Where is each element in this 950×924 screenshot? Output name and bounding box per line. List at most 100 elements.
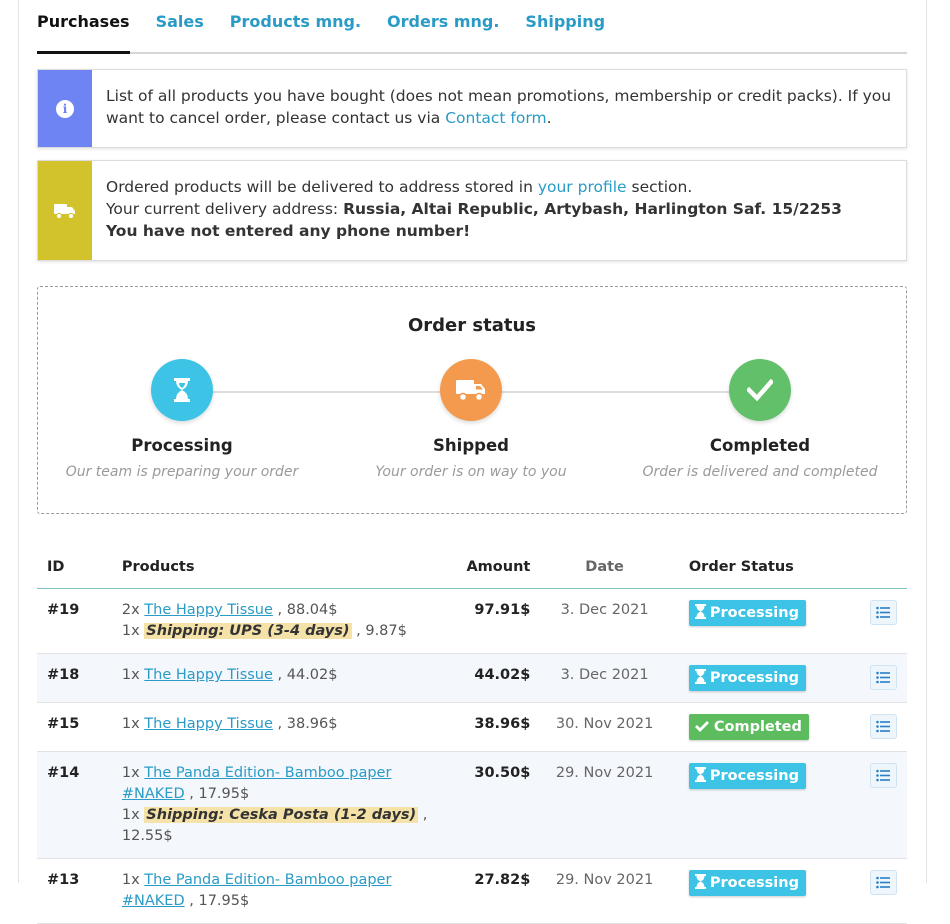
shipped-step-name: Shipped xyxy=(433,436,509,455)
product-qty: 1x xyxy=(121,667,140,683)
delivery-intro-end: section. xyxy=(626,178,693,196)
order-id: #15 xyxy=(37,702,122,752)
order-details-button[interactable] xyxy=(869,763,897,788)
processing-dot xyxy=(151,359,213,421)
order-id: #14 xyxy=(37,751,122,859)
status-badge[interactable]: Processing xyxy=(688,763,806,789)
product-qty: 1x xyxy=(121,765,140,781)
product-qty: 2x xyxy=(121,602,140,618)
product-price: , 17.95$ xyxy=(189,893,250,909)
product-link[interactable]: The Panda Edition- Bamboo paper #NAKED xyxy=(122,765,392,802)
completed-step-name: Completed xyxy=(709,436,811,455)
order-actions-cell xyxy=(869,588,907,654)
status-step-shipped: Shipped Your order is on way to you xyxy=(351,359,591,480)
frame-border-left xyxy=(18,0,19,883)
list-icon xyxy=(876,769,891,786)
hourglass-icon xyxy=(694,874,710,891)
order-status-cell: Processing xyxy=(678,653,870,703)
order-details-button[interactable] xyxy=(869,600,897,625)
table-row: #18 1x The Happy Tissue , 44.02$ 44.02$ 3. … xyxy=(37,653,907,703)
list-icon xyxy=(876,876,891,893)
product-line: 1x The Happy Tissue , 44.02$ xyxy=(122,665,440,686)
order-products: 2x The Happy Tissue , 88.04$ 1x Shipping:… xyxy=(121,588,441,654)
table-row: #19 2x The Happy Tissue , 88.04$ 1x Shippi… xyxy=(37,588,907,654)
hourglass-icon xyxy=(694,669,710,686)
table-row: #15 1x The Happy Tissue , 38.96$ 38.96$ 30.… xyxy=(37,702,907,752)
delivery-address: Russia, Altai Republic, Artybash, Harlin… xyxy=(343,200,842,218)
order-status-cell: Processing xyxy=(678,858,870,924)
tab-shipping[interactable]: Shipping xyxy=(525,0,605,38)
status-badge-label: Processing xyxy=(709,670,799,686)
order-amount: 97.91$ xyxy=(440,588,531,654)
status-step-processing: Processing Our team is preparing your or… xyxy=(62,359,302,480)
product-price: , 88.04$ xyxy=(277,602,338,618)
product-qty: 1x xyxy=(121,623,140,639)
product-line: 1x Shipping: UPS (3-4 days) , 9.87$ xyxy=(122,621,440,642)
order-products: 1x The Happy Tissue , 38.96$ xyxy=(121,702,441,752)
shipped-step-desc: Your order is on way to you xyxy=(375,464,567,480)
delivery-line-1: Ordered products will be delivered to ad… xyxy=(106,176,842,198)
product-link[interactable]: The Panda Edition- Bamboo paper #NAKED xyxy=(122,872,392,909)
shipping-label: Shipping: Ceska Posta (1-2 days) xyxy=(144,807,419,823)
tab-purchases[interactable]: Purchases xyxy=(37,0,130,54)
list-icon xyxy=(876,720,891,737)
order-amount: 38.96$ xyxy=(440,702,531,752)
order-actions-cell xyxy=(869,858,907,924)
col-header-actions xyxy=(869,557,907,589)
product-link[interactable]: The Happy Tissue xyxy=(144,667,273,683)
order-details-button[interactable] xyxy=(869,714,897,739)
product-line: 1x The Happy Tissue , 38.96$ xyxy=(122,714,440,735)
hourglass-icon xyxy=(174,378,190,402)
status-badge[interactable]: Processing xyxy=(688,665,806,691)
table-header-row: ID Products Amount Date Order Status xyxy=(37,557,907,589)
product-price: , 9.87$ xyxy=(356,623,407,639)
hourglass-icon xyxy=(694,604,710,621)
status-badge[interactable]: Processing xyxy=(688,600,806,626)
order-amount: 27.82$ xyxy=(440,858,531,924)
order-details-button[interactable] xyxy=(869,665,897,690)
completed-step-desc: Order is delivered and completed xyxy=(642,464,878,480)
phone-warning-text: You have not entered any phone number! xyxy=(106,222,471,240)
order-id: #13 xyxy=(37,858,122,924)
completed-dot xyxy=(729,359,791,421)
col-header-date: Date xyxy=(530,557,679,589)
your-profile-link[interactable]: your profile xyxy=(538,178,627,196)
info-text: List of all products you have bought (do… xyxy=(92,70,906,147)
info-icon: i xyxy=(56,99,74,118)
hourglass-icon xyxy=(694,767,710,784)
order-status-cell: Processing xyxy=(678,751,870,859)
product-qty: 1x xyxy=(121,716,140,732)
order-id: #19 xyxy=(37,588,122,654)
contact-form-link[interactable]: Contact form xyxy=(445,109,546,127)
tab-orders-mng[interactable]: Orders mng. xyxy=(387,0,499,38)
check-icon xyxy=(694,719,714,735)
status-badge-label: Processing xyxy=(709,875,799,891)
order-amount: 44.02$ xyxy=(440,653,531,703)
order-date: 3. Dec 2021 xyxy=(530,588,679,654)
processing-step-desc: Our team is preparing your order xyxy=(65,464,299,480)
delivery-text: Ordered products will be delivered to ad… xyxy=(92,161,856,260)
product-line: 1x The Panda Edition- Bamboo paper #NAKE… xyxy=(122,870,440,912)
check-icon xyxy=(747,379,773,401)
tab-bar: Purchases Sales Products mng. Orders mng… xyxy=(37,0,907,54)
status-badge-label: Completed xyxy=(713,719,802,735)
truck-icon xyxy=(54,203,75,219)
order-status-cell: Processing xyxy=(678,588,870,654)
tab-products-mng[interactable]: Products mng. xyxy=(230,0,361,38)
status-badge[interactable]: Completed xyxy=(688,714,809,740)
shipped-dot xyxy=(440,359,502,421)
tab-sales[interactable]: Sales xyxy=(156,0,204,38)
product-price: , 38.96$ xyxy=(277,716,338,732)
table-row: #13 1x The Panda Edition- Bamboo paper #N… xyxy=(37,858,907,924)
product-link[interactable]: The Happy Tissue xyxy=(144,602,273,618)
order-products: 1x The Panda Edition- Bamboo paper #NAKE… xyxy=(121,751,441,859)
status-badge-label: Processing xyxy=(709,605,799,621)
order-status-title: Order status xyxy=(407,315,536,336)
order-actions-cell xyxy=(869,653,907,703)
order-status-cell: Completed xyxy=(678,702,870,752)
status-badge[interactable]: Processing xyxy=(688,870,806,896)
main-content: Purchases Sales Products mng. Orders mng… xyxy=(37,0,907,924)
phone-warning: You have not entered any phone number! xyxy=(106,220,842,242)
status-badge-label: Processing xyxy=(709,768,799,784)
product-link[interactable]: The Happy Tissue xyxy=(144,716,273,732)
